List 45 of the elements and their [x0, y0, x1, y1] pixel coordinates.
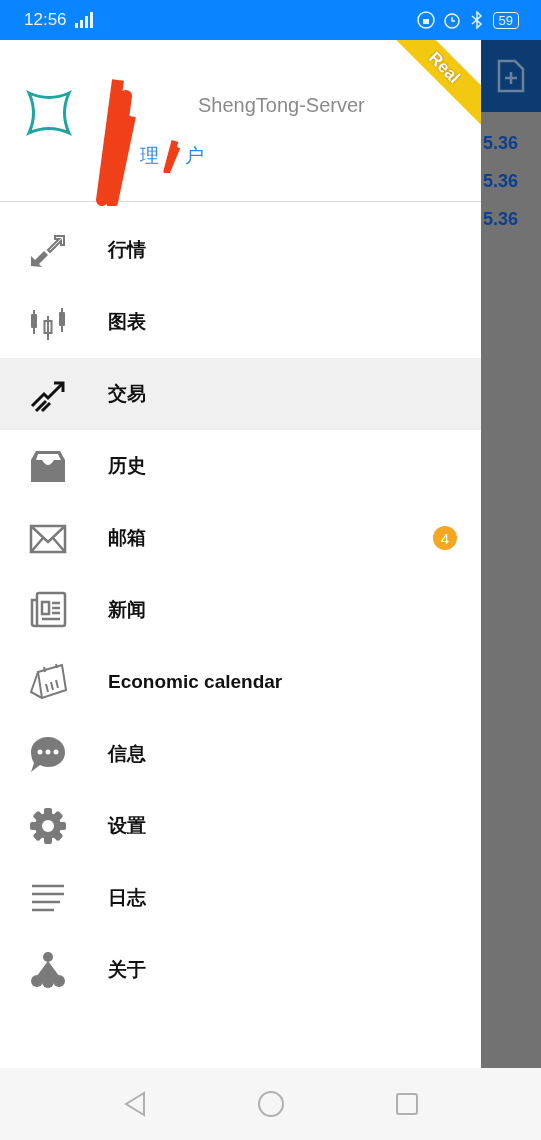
- menu-item[interactable]: 行情: [0, 214, 481, 286]
- lock-icon: [416, 11, 435, 29]
- redaction-scribble: [163, 139, 181, 173]
- menu-item[interactable]: 关于: [0, 934, 481, 1006]
- menu-item[interactable]: 设置: [0, 790, 481, 862]
- menu-label: 邮箱: [108, 526, 147, 550]
- menu-label: Economic calendar: [108, 671, 284, 693]
- price-value: 5.36: [482, 132, 520, 155]
- price-value: 5.36: [482, 208, 520, 231]
- menu-item[interactable]: 历史: [0, 430, 481, 502]
- menu-item[interactable]: 日志: [0, 862, 481, 934]
- speech-bubble-icon: [28, 734, 68, 774]
- alarm-icon: [442, 11, 461, 29]
- app-logo-icon: [26, 90, 72, 136]
- back-icon[interactable]: [122, 1091, 147, 1117]
- unread-count-badge: 4: [433, 526, 457, 550]
- menu-item[interactable]: 图表: [0, 286, 481, 358]
- settings-icon: [28, 806, 68, 846]
- menu-label: 行情: [108, 238, 147, 262]
- menu-item[interactable]: 邮箱 4: [0, 502, 481, 574]
- menu-label: 信息: [108, 742, 147, 766]
- menu-item[interactable]: 信息: [0, 718, 481, 790]
- new-document-icon[interactable]: [497, 59, 525, 93]
- menu-item[interactable]: Economic calendar: [0, 646, 481, 718]
- calendar-icon: [28, 662, 68, 702]
- logo-icon: [28, 950, 68, 990]
- newspaper-icon: [28, 590, 68, 630]
- menu-label: 新闻: [108, 598, 147, 622]
- menu-label: 设置: [108, 814, 147, 838]
- server-name: ShengTong-Server: [198, 94, 365, 117]
- manage-accounts-link[interactable]: 户: [185, 143, 204, 169]
- menu-item[interactable]: 新闻: [0, 574, 481, 646]
- menu-label: 关于: [108, 958, 147, 982]
- clock: 12:56: [24, 10, 67, 30]
- manage-accounts-link[interactable]: 理: [140, 143, 159, 169]
- price-value: 5.36: [482, 170, 520, 193]
- signal-icon: [74, 12, 93, 28]
- menu-label: 历史: [108, 454, 147, 478]
- menu-label: 图表: [108, 310, 147, 334]
- menu-label: 交易: [108, 382, 147, 406]
- home-icon[interactable]: [256, 1090, 285, 1118]
- recents-icon[interactable]: [394, 1092, 419, 1116]
- menu-label: 日志: [108, 886, 147, 910]
- battery-level: 59: [492, 11, 519, 29]
- menu-item[interactable]: 交易: [0, 358, 481, 430]
